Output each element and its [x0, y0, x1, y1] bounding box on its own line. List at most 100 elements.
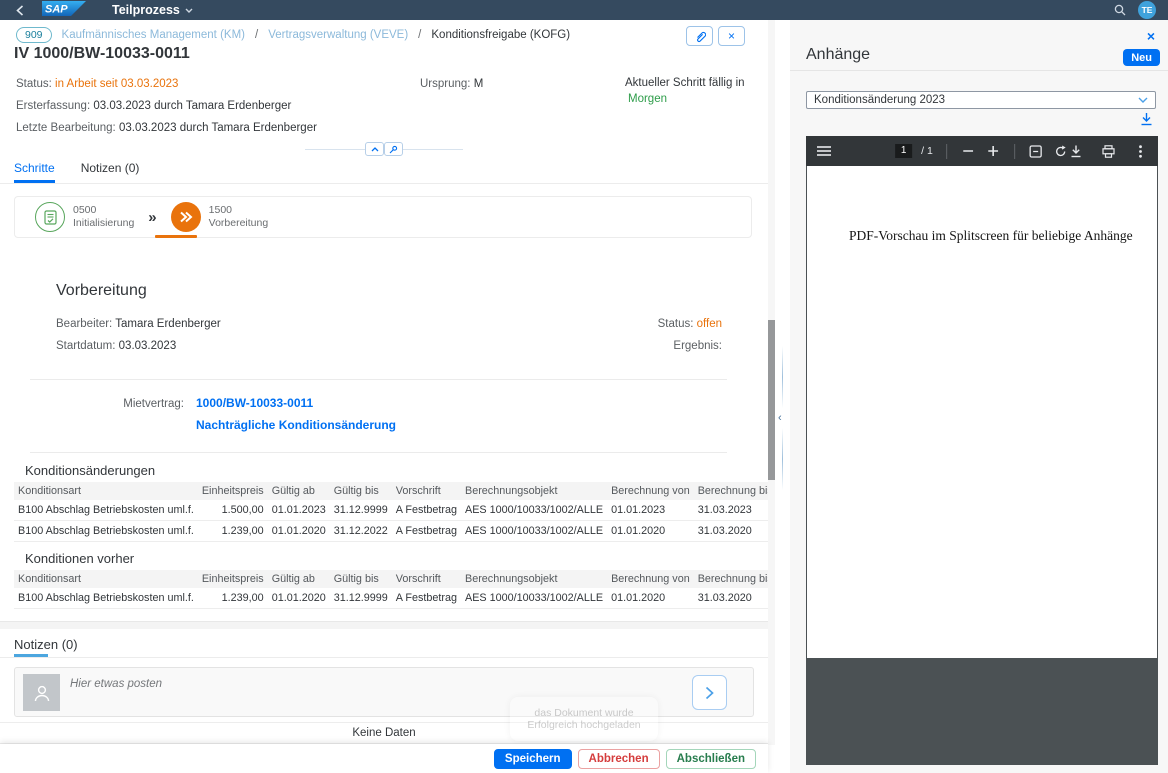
chevron-down-icon	[1138, 97, 1148, 103]
step-separator-icon: »	[148, 209, 156, 226]
save-button[interactable]: Speichern	[494, 749, 572, 769]
chevron-right-icon	[705, 686, 714, 700]
close-panel-icon[interactable]: ×	[1147, 29, 1155, 43]
notizen-tab-line	[0, 657, 768, 658]
app-title-menu[interactable]: Teilprozess	[112, 3, 193, 17]
column-header: Berechnungsobjekt	[461, 482, 607, 500]
avatar-placeholder	[23, 674, 60, 711]
download-attachment-button[interactable]	[1140, 112, 1153, 129]
page-title: IV 1000/BW-10033-0011	[14, 45, 190, 63]
back-icon[interactable]	[16, 5, 24, 16]
step-code: 1500	[209, 204, 232, 216]
close-button[interactable]: ×	[718, 26, 745, 46]
search-icon[interactable]	[1114, 4, 1126, 16]
zoom-in-button[interactable]	[985, 143, 1001, 159]
pdf-page-input[interactable]: 1	[895, 144, 912, 158]
column-header: Konditionsart	[14, 482, 198, 500]
step-code: 0500	[73, 204, 96, 216]
step-initialisierung[interactable]: 0500 Initialisierung	[35, 202, 134, 232]
table-cell: B100 Abschlag Betriebskosten uml.f.	[14, 588, 198, 609]
chevron-down-icon	[185, 8, 193, 13]
breadcrumb-link-veve[interactable]: Vertragsverwaltung (VEVE)	[268, 29, 408, 41]
table-cell: 01.01.2020	[268, 521, 330, 542]
table-cell: 01.01.2020	[268, 588, 330, 609]
step-label: Vorbereitung	[209, 217, 269, 229]
attachment-dropdown[interactable]: Konditionsänderung 2023	[806, 91, 1156, 109]
table-cell: 31.03.2020	[694, 521, 768, 542]
fit-page-button[interactable]	[1028, 143, 1044, 159]
minus-icon	[963, 150, 973, 152]
complete-button[interactable]: Abschließen	[666, 749, 756, 769]
pin-icon	[389, 145, 398, 154]
attachments-panel: × Anhänge Neu Konditionsänderung 2023 1 …	[790, 20, 1168, 773]
download-icon	[1070, 145, 1082, 158]
table-cell: 01.01.2020	[607, 521, 694, 542]
pdf-viewer: 1 / 1	[806, 136, 1158, 765]
step-status-field: Status: offen	[658, 313, 722, 335]
send-button[interactable]	[692, 675, 727, 710]
collapse-header-button[interactable]	[365, 142, 384, 156]
document-check-icon	[44, 210, 57, 225]
teilprozess-panel: 909 Kaufmännisches Management (KM) / Ver…	[0, 20, 775, 773]
table-cell: AES 1000/10033/1002/ALLE	[461, 500, 607, 521]
section-title: Vorbereitung	[56, 282, 722, 300]
table-cell: B100 Abschlag Betriebskosten uml.f.	[14, 521, 198, 542]
attachment-button[interactable]	[686, 26, 713, 46]
attachment-dropdown-value: Konditionsänderung 2023	[814, 94, 1138, 106]
column-header: Vorschrift	[392, 570, 461, 588]
download-icon	[1140, 112, 1153, 126]
contract-link[interactable]: 1000/BW-10033-0011	[196, 396, 768, 410]
column-header: Konditionsart	[14, 570, 198, 588]
person-icon	[32, 683, 52, 703]
status-field: Status: in Arbeit seit 03.03.2023	[16, 78, 178, 90]
tab-schritte[interactable]: Schritte	[14, 161, 55, 183]
pdf-download-button[interactable]	[1068, 143, 1084, 159]
table-row[interactable]: B100 Abschlag Betriebskosten uml.f.1.239…	[14, 588, 768, 609]
process-steps-card: 0500 Initialisierung » 1500 Vorbereitung	[14, 196, 752, 238]
column-header: Gültig ab	[268, 482, 330, 500]
table-cell: B100 Abschlag Betriebskosten uml.f.	[14, 500, 198, 521]
conditions-tables: Konditionsänderungen KonditionsartEinhei…	[14, 463, 727, 609]
paperclip-icon	[694, 30, 706, 43]
tab-notizen[interactable]: Notizen (0)	[81, 161, 140, 183]
rotate-button[interactable]	[1053, 143, 1069, 159]
splitter-collapse-handle[interactable]: ‹	[776, 410, 784, 426]
breadcrumb-current: Konditionsfreigabe (KOFG)	[431, 29, 570, 41]
new-attachment-button[interactable]: Neu	[1123, 49, 1160, 66]
active-step-indicator	[155, 235, 197, 238]
column-header: Berechnung von	[607, 482, 694, 500]
divider	[790, 70, 1168, 71]
table-title-previous: Konditionen vorher	[25, 551, 727, 566]
column-header: Gültig bis	[330, 482, 392, 500]
scrollbar-thumb[interactable]	[768, 320, 775, 480]
breadcrumb-separator: /	[418, 29, 421, 41]
breadcrumb-link-km[interactable]: Kaufmännisches Management (KM)	[62, 29, 245, 41]
condition-change-link[interactable]: Nachträgliche Konditionsänderung	[196, 418, 768, 432]
column-header: Vorschrift	[392, 482, 461, 500]
ursprung-field: Ursprung: M	[420, 78, 483, 90]
table-cell: 1.239,00	[198, 521, 268, 542]
konditionsaenderungen-table: KonditionsartEinheitspreisGültig abGülti…	[14, 482, 768, 542]
print-button[interactable]	[1100, 143, 1116, 159]
step-vorbereitung[interactable]: 1500 Vorbereitung	[171, 202, 269, 232]
more-options-button[interactable]	[1132, 143, 1148, 159]
cancel-button[interactable]: Abbrechen	[578, 749, 660, 769]
table-cell: A Festbetrag	[392, 521, 461, 542]
notizen-tab-indicator	[14, 654, 48, 657]
pin-header-button[interactable]	[384, 142, 403, 156]
upload-toast: das Dokument wurde Erfolgreich hochgelad…	[510, 697, 658, 741]
divider	[30, 379, 727, 380]
pdf-menu-button[interactable]	[816, 143, 832, 159]
print-icon	[1102, 145, 1115, 158]
table-cell: A Festbetrag	[392, 588, 461, 609]
fit-page-icon	[1029, 145, 1042, 158]
avatar[interactable]: TE	[1138, 1, 1156, 19]
table-row[interactable]: B100 Abschlag Betriebskosten uml.f.1.500…	[14, 500, 768, 521]
ergebnis-field: Ergebnis:	[658, 335, 722, 357]
split-divider: ‹	[775, 20, 790, 773]
table-row[interactable]: B100 Abschlag Betriebskosten uml.f.1.239…	[14, 521, 768, 542]
zoom-out-button[interactable]	[960, 143, 976, 159]
notizen-title: Notizen (0)	[14, 637, 768, 652]
table-cell: 1.500,00	[198, 500, 268, 521]
ursprung-value: M	[474, 78, 484, 90]
